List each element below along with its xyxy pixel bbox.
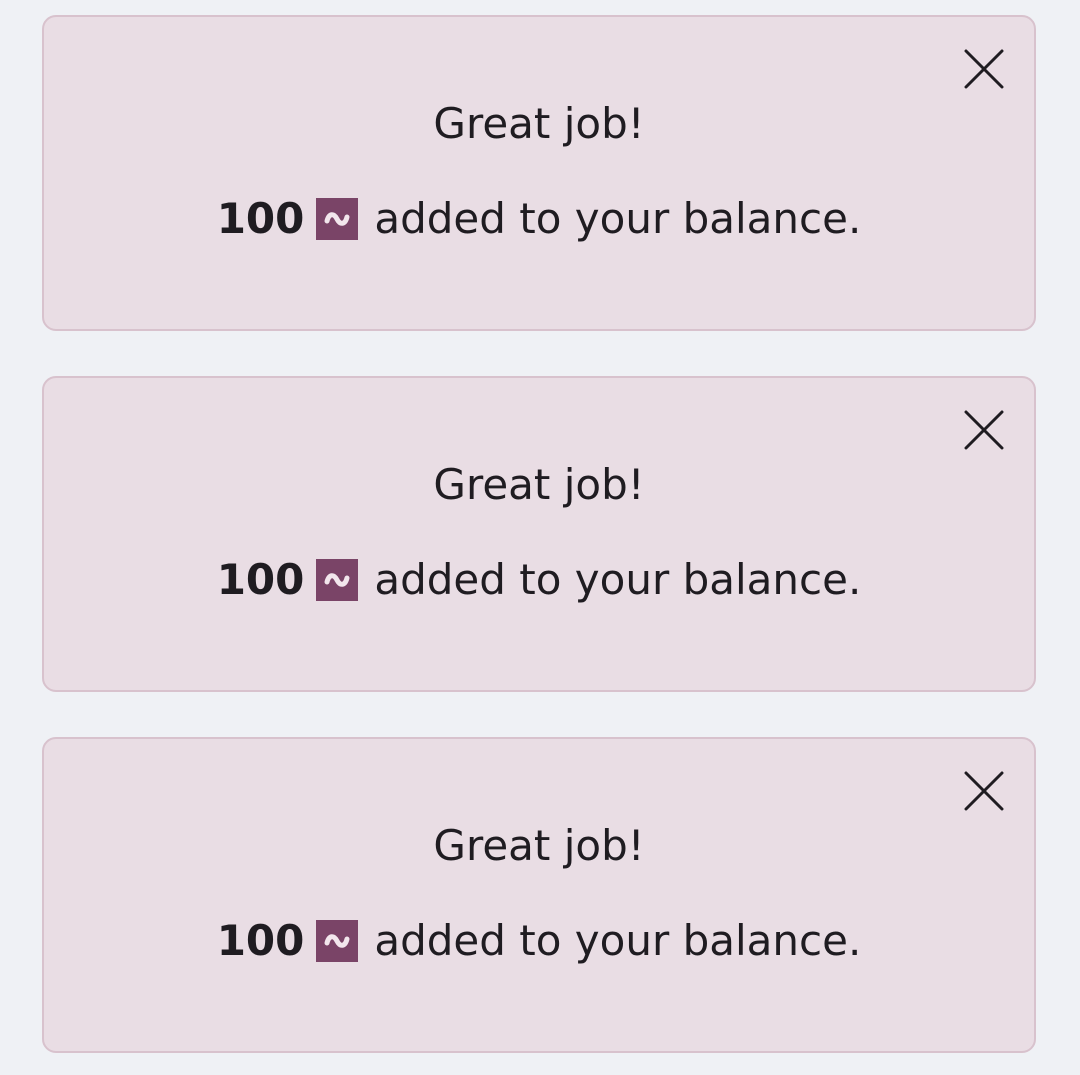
toast-title: Great job! [433,460,645,509]
close-icon [964,49,1004,89]
close-icon [964,410,1004,450]
coin-icon [316,559,359,601]
close-icon [964,771,1004,811]
reward-toast: Great job! 100 added to your balance. [42,376,1036,692]
reward-message: added to your balance. [374,555,862,604]
toast-title: Great job! [433,99,645,148]
reward-message: added to your balance. [374,916,862,965]
reward-amount: 100 [216,194,305,243]
close-button[interactable] [962,408,1006,452]
toast-stack: Great job! 100 added to your balance. Gr… [0,0,1080,1075]
coin-icon [316,920,359,962]
reward-toast: Great job! 100 added to your balance. [42,737,1036,1053]
reward-toast: Great job! 100 added to your balance. [42,15,1036,331]
toast-message: 100 added to your balance. [44,920,1034,962]
toast-message: 100 added to your balance. [44,198,1034,240]
toast-message: 100 added to your balance. [44,559,1034,601]
coin-icon [316,198,359,240]
close-button[interactable] [962,769,1006,813]
toast-title: Great job! [433,821,645,870]
reward-amount: 100 [216,555,305,604]
close-button[interactable] [962,47,1006,91]
reward-amount: 100 [216,916,305,965]
reward-message: added to your balance. [374,194,862,243]
